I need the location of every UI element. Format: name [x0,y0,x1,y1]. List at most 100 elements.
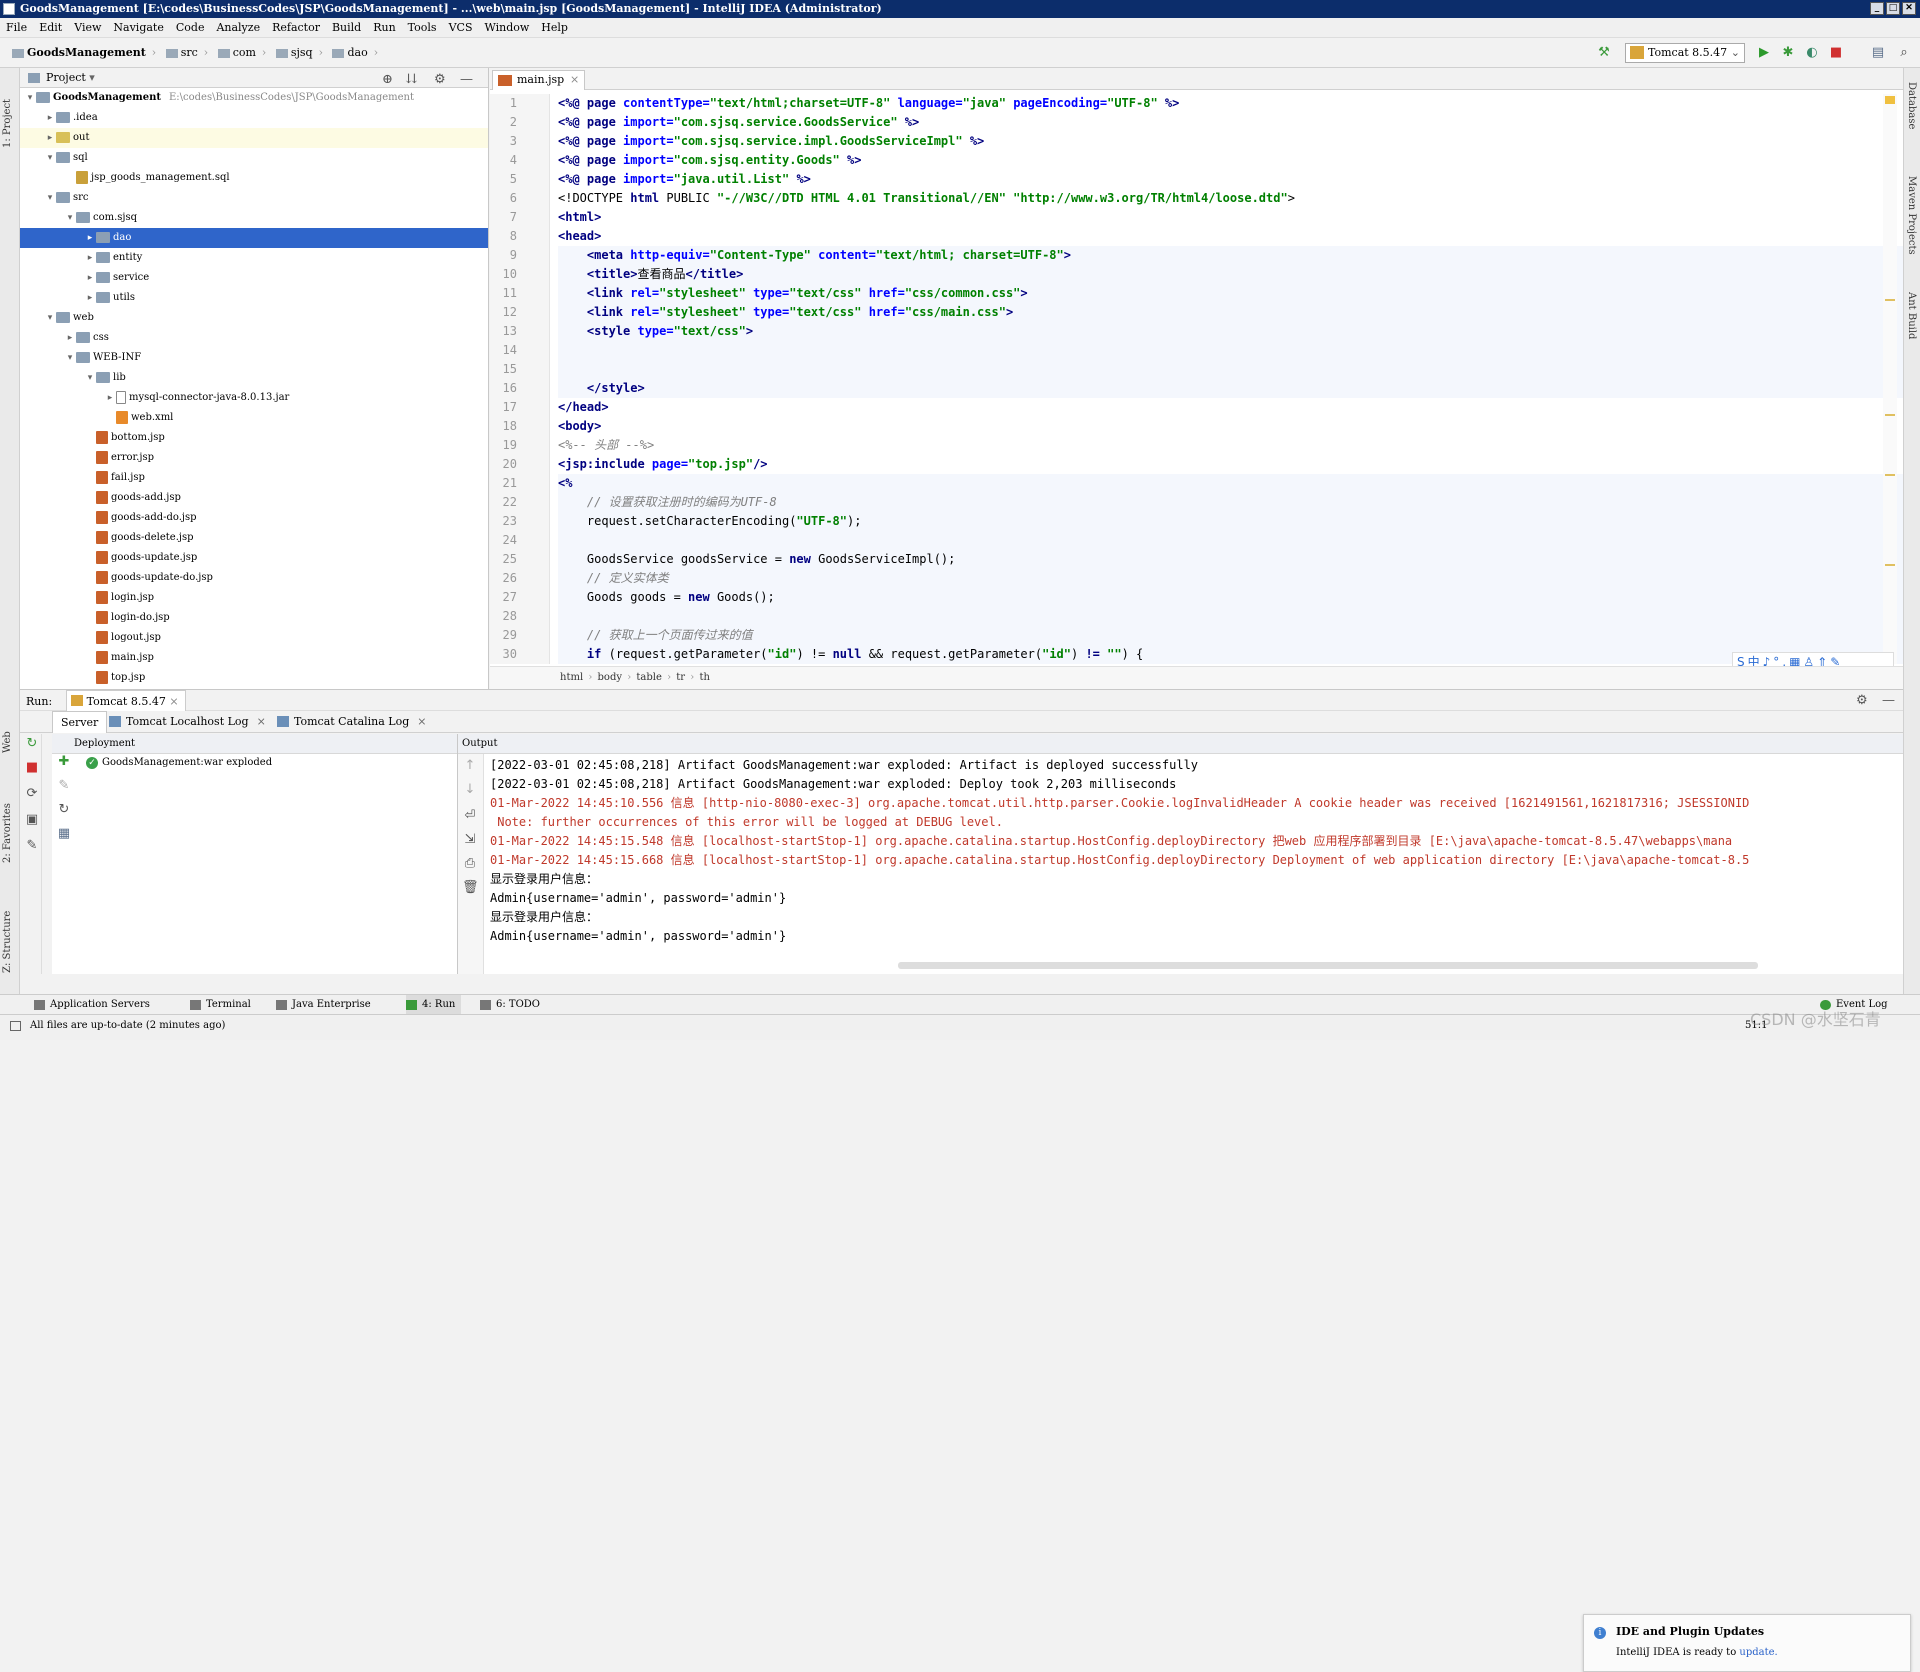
chevron-right-icon[interactable]: ▸ [44,108,56,128]
trash-icon[interactable]: 🗑 [462,880,479,896]
search-everywhere-icon[interactable]: ⌕ [1896,45,1912,61]
code-line[interactable]: <html> [558,208,1903,227]
favorites-tool-tab[interactable]: 2: Favorites [2,773,13,863]
run-config-tab[interactable]: Tomcat 8.5.47 × [65,690,186,713]
scroll-to-end-icon[interactable]: ⇲ [462,832,478,848]
code-line[interactable]: <%@ page import="java.util.List" %> [558,170,1903,189]
code-line[interactable] [558,607,1903,626]
tree-item[interactable]: ▸ .idea [20,108,488,128]
code-line[interactable]: <link rel="stylesheet" type="text/css" h… [558,284,1903,303]
crumb-th[interactable]: th [699,672,709,683]
code-line[interactable]: // 获取上一个页面传过来的值 [558,626,1903,645]
chevron-right-icon[interactable]: ▸ [64,328,76,348]
menu-window[interactable]: Window [478,21,535,34]
close-tab-icon[interactable]: × [570,71,579,89]
chevron-down-icon[interactable]: ▾ [44,308,56,328]
menu-code[interactable]: Code [170,21,211,34]
tab-terminal[interactable]: Terminal [190,995,251,1015]
gear-icon[interactable]: ⚙ [434,70,446,90]
menu-analyze[interactable]: Analyze [210,21,266,34]
menu-file[interactable]: File [0,21,33,34]
run-configuration-select[interactable]: Tomcat 8.5.47 ⌄ [1625,43,1745,63]
tree-item[interactable]: main.jsp [20,648,488,668]
tree-item[interactable]: goods-update-do.jsp [20,568,488,588]
tree-item[interactable]: ▸ css [20,328,488,348]
project-view-select[interactable]: Project [46,71,86,84]
chevron-down-icon[interactable]: ▾ [44,188,56,208]
update-icon[interactable]: ⟳ [24,786,40,802]
code-line[interactable]: // 设置获取注册时的编码为UTF-8 [558,493,1903,512]
ant-tool-tab[interactable]: Ant Build [1906,292,1917,339]
tab-application-servers[interactable]: Application Servers [34,995,150,1015]
code-line[interactable]: <%@ page import="com.sjsq.service.GoodsS… [558,113,1903,132]
crumb-tr[interactable]: tr [676,672,685,683]
update-notification[interactable]: i IDE and Plugin Updates IntelliJ IDEA i… [1583,1614,1911,1672]
tree-item[interactable]: login.jsp [20,588,488,608]
close-tab-icon[interactable]: × [417,715,426,728]
horizontal-scrollbar[interactable] [898,962,1758,969]
code-line[interactable] [558,341,1903,360]
code-line[interactable]: <%@ page import="com.sjsq.entity.Goods" … [558,151,1903,170]
tree-item[interactable]: top.jsp [20,668,488,688]
code-line[interactable]: <body> [558,417,1903,436]
tree-item[interactable]: goods-add.jsp [20,488,488,508]
chevron-right-icon[interactable]: ▸ [84,268,96,288]
tab-localhost-log[interactable]: Tomcat Localhost Log × [104,711,274,733]
build-hammer-icon[interactable]: ⚒ [1596,45,1612,61]
tree-item[interactable]: ▾ com.sjsq [20,208,488,228]
hide-panel-icon[interactable]: — [1882,690,1895,711]
maximize-button[interactable]: □ [1886,2,1900,15]
database-tool-tab[interactable]: Database [1906,82,1917,129]
tree-item[interactable]: fail.jsp [20,468,488,488]
code-line[interactable]: request.setCharacterEncoding("UTF-8"); [558,512,1903,531]
chevron-down-icon[interactable]: ▾ [84,368,96,388]
menu-edit[interactable]: Edit [33,21,68,34]
code-line[interactable]: </head> [558,398,1903,417]
deploy-list-icon[interactable]: ▦ [56,826,72,842]
code-line[interactable]: <jsp:include page="top.jsp"/> [558,455,1903,474]
chevron-down-icon[interactable]: ▾ [64,208,76,228]
toggle-tool-windows-icon[interactable] [10,1021,21,1031]
code-line[interactable]: <!DOCTYPE html PUBLIC "-//W3C//DTD HTML … [558,189,1903,208]
breadcrumb-root[interactable]: GoodsManagement [8,38,150,68]
collapse-all-icon[interactable]: ⇊ [406,70,417,90]
code-editor[interactable]: <%@ page contentType="text/html;charset=… [558,94,1903,664]
tree-item[interactable]: ▸ dao [20,228,488,248]
chevron-right-icon[interactable]: ▸ [84,288,96,308]
tab-catalina-log[interactable]: Tomcat Catalina Log × [272,711,435,733]
chevron-right-icon[interactable]: ▸ [44,128,56,148]
code-line[interactable]: Goods goods = new Goods(); [558,588,1903,607]
tree-item[interactable]: logout.jsp [20,628,488,648]
tab-main-jsp[interactable]: main.jsp × [492,70,586,90]
chevron-down-icon[interactable]: ▾ [64,348,76,368]
tree-item[interactable]: ▾ web [20,308,488,328]
menu-vcs[interactable]: VCS [443,21,479,34]
coverage-icon[interactable]: ◐ [1804,45,1820,61]
tree-item[interactable]: bottom.jsp [20,428,488,448]
deploy-all-icon[interactable]: ✚ [56,754,72,770]
code-line[interactable]: <%@ page import="com.sjsq.service.impl.G… [558,132,1903,151]
run-icon[interactable]: ▶ [1756,45,1772,61]
code-line[interactable] [558,360,1903,379]
tree-item[interactable]: ▾ src [20,188,488,208]
pin-icon[interactable]: ✎ [24,838,40,854]
chevron-right-icon[interactable]: ▸ [84,228,96,248]
tree-item[interactable]: error.jsp [20,448,488,468]
debug-icon[interactable]: ✱ [1780,45,1796,61]
menu-view[interactable]: View [68,21,107,34]
breadcrumb-src[interactable]: src [162,38,202,68]
arrow-down-icon[interactable]: ↓ [462,782,478,798]
tree-item[interactable]: ▾ GoodsManagement E:\codes\BusinessCodes\J… [20,88,488,108]
code-line[interactable]: <% [558,474,1903,493]
code-line[interactable]: <title>查看商品</title> [558,265,1903,284]
close-tab-icon[interactable]: × [257,715,266,728]
tab-todo[interactable]: 6: TODO [480,995,540,1015]
code-line[interactable]: <style type="text/css"> [558,322,1903,341]
console-output[interactable]: [2022-03-01 02:45:08,218] Artifact Goods… [490,756,1902,956]
code-line[interactable]: </style> [558,379,1903,398]
tree-item[interactable]: ▸ entity [20,248,488,268]
project-tool-tab[interactable]: 1: Project [2,78,13,148]
tree-item[interactable]: ▸ out [20,128,488,148]
menu-tools[interactable]: Tools [402,21,443,34]
stop-icon[interactable]: ■ [1828,45,1844,61]
